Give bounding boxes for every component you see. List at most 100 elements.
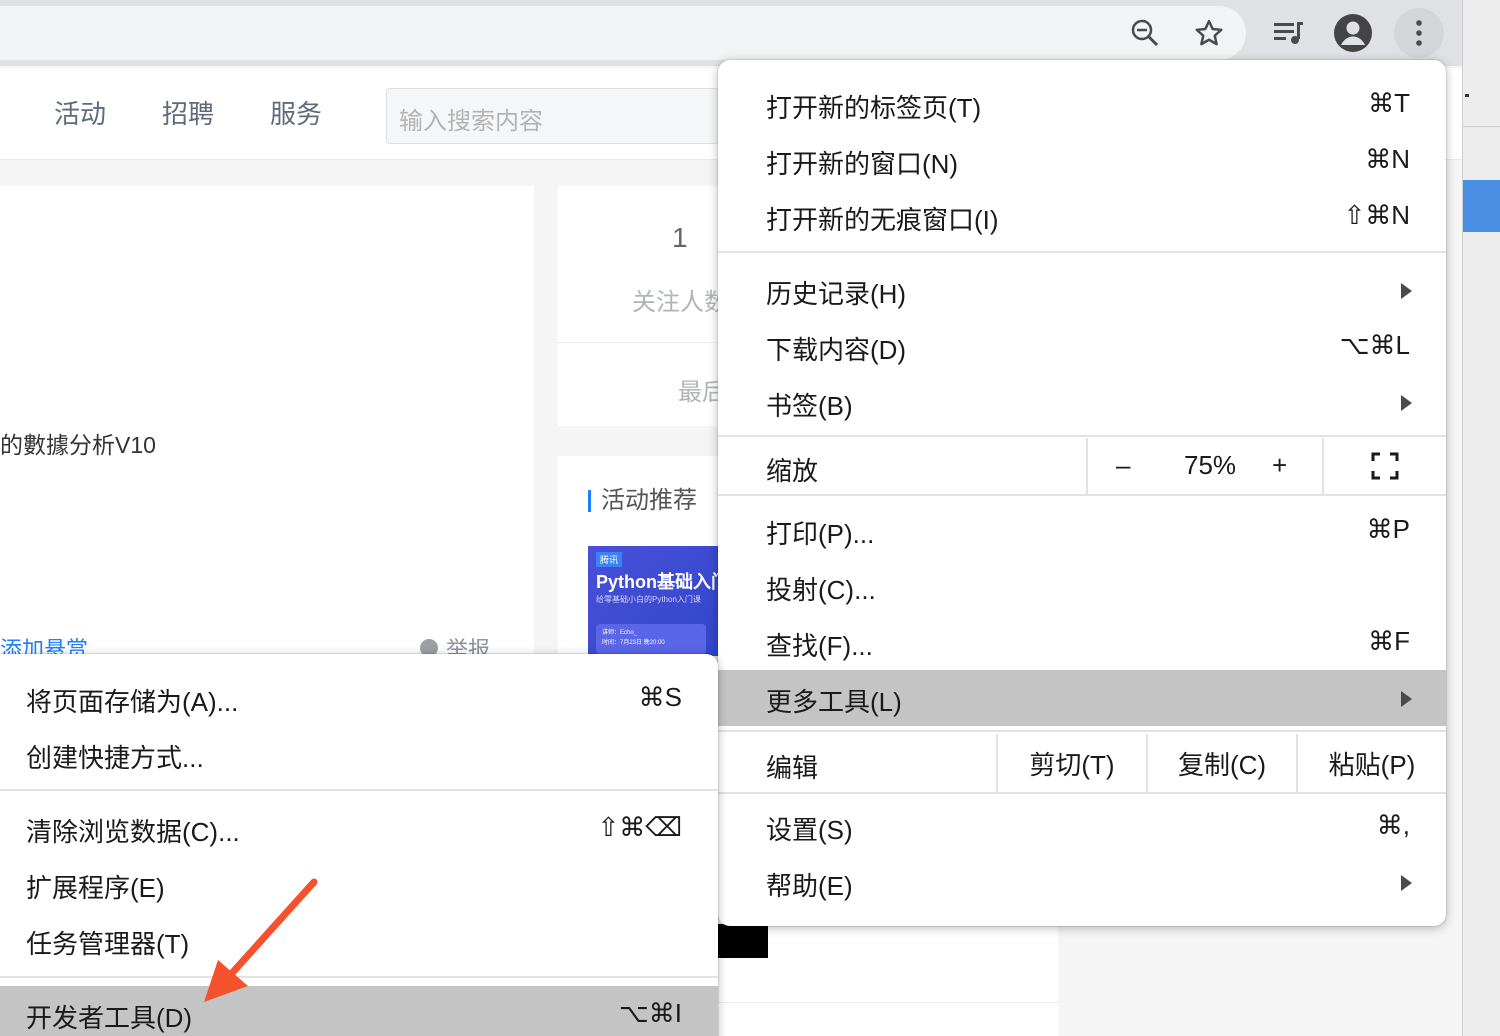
menu-item-shortcut: ⌘T	[1368, 88, 1410, 118]
menu-item-label: 任务管理器(T)	[26, 929, 190, 959]
menu-item-find[interactable]: 查找(F)... ⌘F	[718, 614, 1446, 670]
menu-separator	[718, 251, 1446, 253]
profile-icon[interactable]	[1330, 10, 1376, 56]
menu-item-label: 扩展程序(E)	[26, 873, 165, 903]
window-edge-mark	[1465, 94, 1469, 97]
window-edge-selection	[1463, 180, 1500, 232]
menu-separator	[0, 976, 718, 978]
menu-item-shortcut: ⌘N	[1365, 144, 1410, 174]
star-icon[interactable]	[1186, 10, 1232, 56]
zoom-in-button[interactable]: +	[1272, 450, 1287, 481]
menu-item-shortcut: ⌘P	[1366, 514, 1410, 544]
fullscreen-icon	[1371, 452, 1399, 480]
menu-item-downloads[interactable]: 下载内容(D) ⌥⌘L	[718, 318, 1446, 374]
nav-activity[interactable]: 活动	[54, 94, 106, 131]
menu-item-label: 打开新的窗口(N)	[766, 149, 959, 179]
menu-item-create-shortcut[interactable]: 创建快捷方式...	[0, 726, 718, 782]
address-bar[interactable]	[0, 6, 1246, 60]
menu-item-shortcut: ⌘S	[638, 682, 682, 712]
question-text: 的數據分析V10	[0, 432, 156, 458]
background-window-edge	[1462, 0, 1500, 1036]
bottom-card	[718, 920, 1058, 1036]
menu-item-label: 打开新的无痕窗口(I)	[766, 205, 999, 235]
banner-subtitle: 给零基础小白的Python入门课	[596, 595, 701, 604]
menu-separator	[718, 792, 1446, 794]
menu-item-label: 清除浏览数据(C)...	[26, 817, 240, 847]
bottom-divider	[718, 1002, 1058, 1003]
menu-item-extensions[interactable]: 扩展程序(E)	[0, 856, 718, 912]
zoom-label: 缩放	[766, 456, 819, 486]
menu-item-history[interactable]: 历史记录(H)	[718, 262, 1446, 318]
copy-button[interactable]: 复制(C)	[1146, 734, 1296, 792]
menu-item-task-manager[interactable]: 任务管理器(T)	[0, 912, 718, 968]
menu-item-new-window[interactable]: 打开新的窗口(N) ⌘N	[718, 132, 1446, 188]
fullscreen-button[interactable]	[1322, 438, 1446, 494]
banner-time: 时间：7月23日 晚20:00	[602, 640, 665, 646]
menu-item-shortcut: ⌘F	[1368, 626, 1410, 656]
banner-lecturer: 讲师：Echo_	[602, 630, 638, 636]
menu-separator	[718, 494, 1446, 496]
follower-label: 关注人数	[632, 289, 728, 316]
menu-item-new-tab[interactable]: 打开新的标签页(T) ⌘T	[718, 76, 1446, 132]
thumbnail	[718, 924, 768, 958]
menu-item-label: 开发者工具(D)	[26, 1003, 193, 1033]
browser-toolbar	[0, 0, 1462, 66]
menu-item-shortcut: ⌥⌘L	[1339, 330, 1410, 360]
nav-jobs[interactable]: 招聘	[162, 94, 214, 131]
menu-item-label: 创建快捷方式...	[26, 743, 204, 773]
menu-item-print[interactable]: 打印(P)... ⌘P	[718, 502, 1446, 558]
menu-item-more-tools[interactable]: 更多工具(L)	[718, 670, 1446, 726]
menu-separator	[718, 730, 1446, 732]
menu-item-label: 下载内容(D)	[766, 335, 907, 365]
submenu-arrow-icon	[1401, 283, 1412, 299]
menu-item-cast[interactable]: 投射(C)...	[718, 558, 1446, 614]
menu-item-shortcut: ⌥⌘I	[618, 998, 682, 1028]
submenu-arrow-icon	[1401, 395, 1412, 411]
menu-item-label: 帮助(E)	[766, 871, 853, 901]
media-icon[interactable]	[1266, 10, 1312, 56]
cut-button[interactable]: 剪切(T)	[996, 734, 1146, 792]
search-input[interactable]: 输入搜索内容	[386, 88, 746, 144]
menu-item-label: 打开新的标签页(T)	[766, 93, 982, 123]
banner-meta: 讲师：Echo_ 时间：7月23日 晚20:00	[602, 628, 665, 648]
annotation-arrow-icon	[204, 878, 318, 1002]
menu-item-save-page[interactable]: 将页面存储为(A)... ⌘S	[0, 670, 718, 726]
menu-item-settings[interactable]: 设置(S) ⌘,	[718, 798, 1446, 854]
menu-separator	[718, 435, 1446, 437]
chrome-main-menu: 打开新的标签页(T) ⌘T 打开新的窗口(N) ⌘N 打开新的无痕窗口(I) ⇧…	[718, 60, 1446, 926]
follower-count: 1	[672, 222, 688, 253]
activity-title: 活动推荐	[588, 489, 697, 513]
menu-item-label: 打印(P)...	[766, 519, 875, 549]
menu-item-shortcut: ⇧⌘⌫	[597, 812, 682, 842]
menu-item-shortcut: ⌘,	[1376, 810, 1410, 840]
menu-row-zoom: 缩放 – 75% +	[718, 438, 1446, 494]
submenu-arrow-icon	[1401, 875, 1412, 891]
menu-item-help[interactable]: 帮助(E)	[718, 854, 1446, 910]
zoom-level: 75%	[1184, 450, 1237, 480]
nav-services[interactable]: 服务	[270, 94, 322, 131]
menu-item-label: 投射(C)...	[766, 575, 876, 605]
banner-title: Python基础入门	[596, 572, 729, 592]
menu-item-label: 设置(S)	[766, 815, 853, 845]
menu-item-label: 历史记录(H)	[766, 279, 907, 309]
menu-separator	[0, 789, 718, 791]
menu-item-bookmarks[interactable]: 书签(B)	[718, 374, 1446, 430]
menu-item-developer-tools[interactable]: 开发者工具(D) ⌥⌘I	[0, 986, 718, 1036]
zoom-out-button[interactable]: –	[1116, 450, 1130, 481]
zoom-icon[interactable]	[1122, 10, 1168, 56]
question-card: 的數據分析V10 添加悬赏 举报	[0, 186, 534, 662]
menu-icon[interactable]	[1394, 8, 1444, 58]
menu-item-label: 查找(F)...	[766, 631, 873, 661]
menu-row-edit: 编辑 剪切(T) 复制(C) 粘贴(P)	[718, 734, 1446, 792]
menu-item-shortcut: ⇧⌘N	[1343, 200, 1410, 230]
menu-item-label: 书签(B)	[766, 391, 853, 421]
edit-label: 编辑	[766, 753, 819, 783]
menu-item-label: 将页面存储为(A)...	[26, 687, 239, 717]
paste-button[interactable]: 粘贴(P)	[1296, 734, 1446, 792]
menu-item-clear-data[interactable]: 清除浏览数据(C)... ⇧⌘⌫	[0, 800, 718, 856]
submenu-arrow-icon	[1401, 691, 1412, 707]
banner-tag: 腾讯	[596, 552, 623, 567]
window-edge-divider	[1463, 126, 1500, 127]
menu-item-incognito[interactable]: 打开新的无痕窗口(I) ⇧⌘N	[718, 188, 1446, 244]
menu-item-label: 更多工具(L)	[766, 687, 902, 717]
